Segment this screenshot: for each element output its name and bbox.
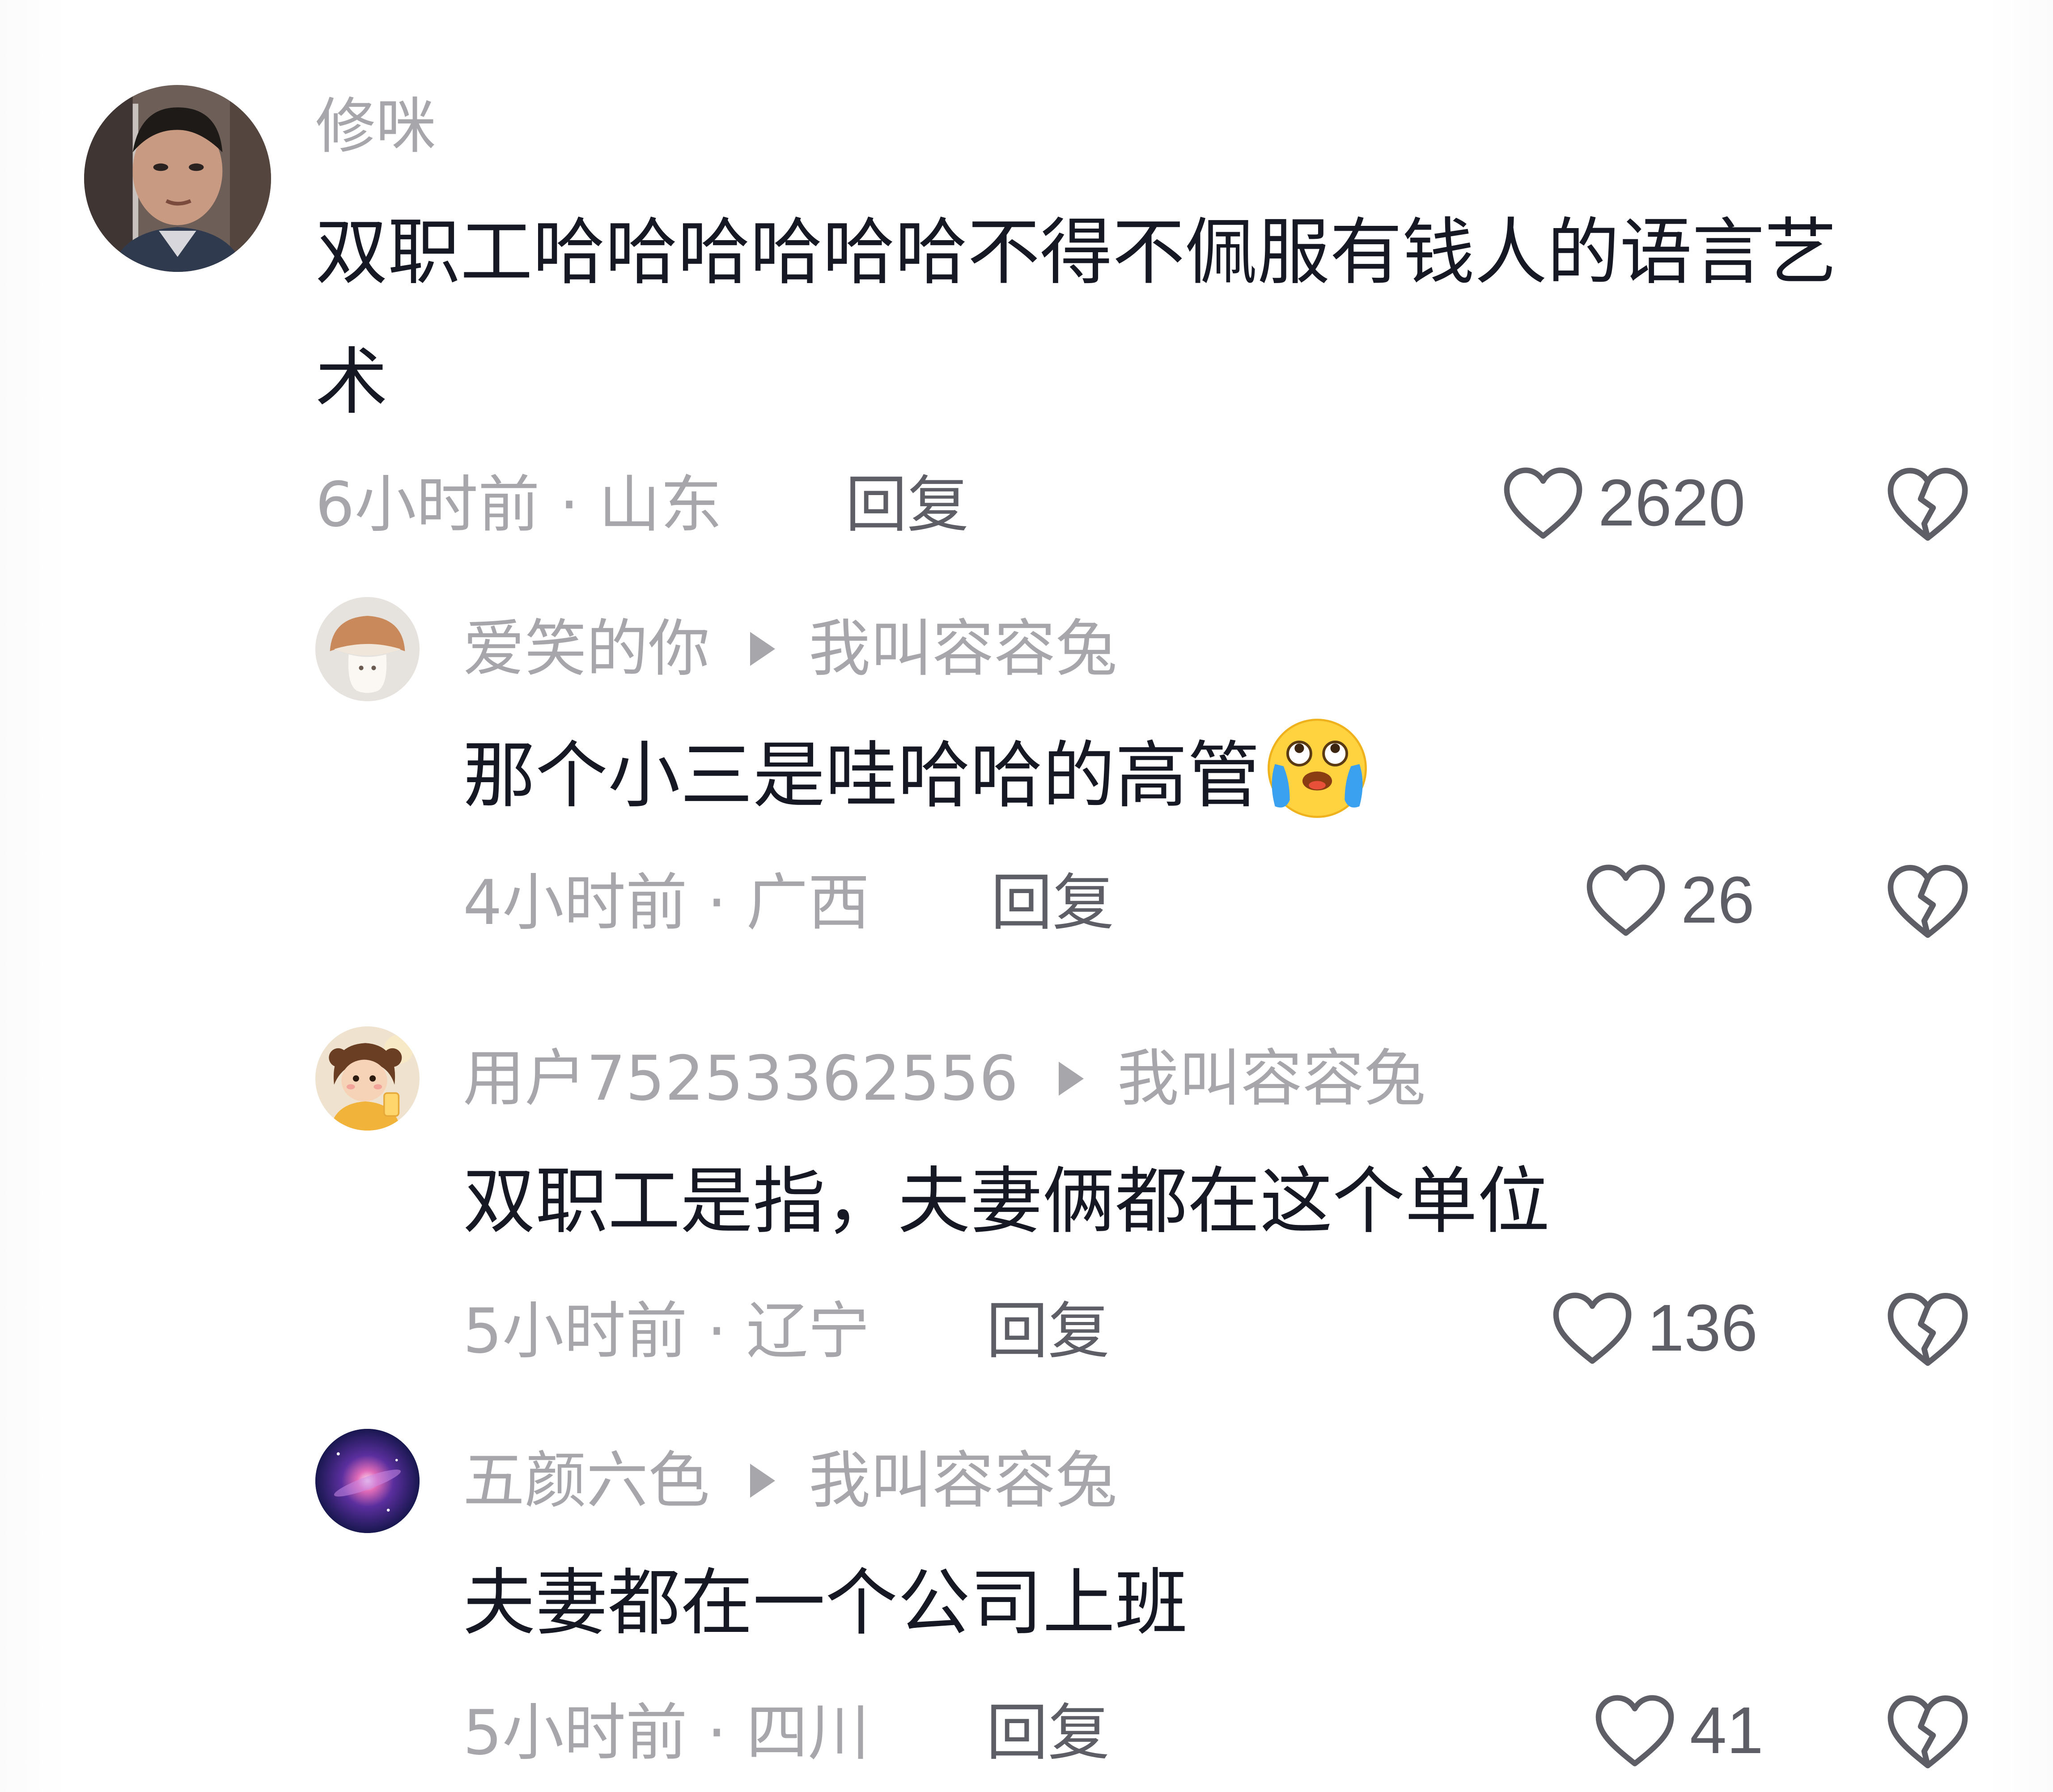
- avatar[interactable]: [315, 597, 420, 701]
- reply-button[interactable]: 回复: [986, 1702, 1110, 1764]
- comment-text-line: 术: [315, 340, 388, 424]
- reply-arrow-icon: [750, 1464, 776, 1498]
- reply-header: 爱笑的你 我叫容容兔: [463, 618, 1117, 680]
- comment-meta: 6小时前 · 山东: [315, 469, 722, 541]
- like-count: 2620: [1598, 466, 1746, 540]
- avatar[interactable]: [84, 85, 271, 272]
- comment-text-line: 双职工哈哈哈哈哈哈不得不佩服有钱人的语言艺: [315, 211, 1837, 295]
- dislike-button[interactable]: [1885, 1693, 1970, 1771]
- broken-heart-icon: [1888, 864, 1968, 938]
- reply-author[interactable]: 爱笑的你: [463, 618, 710, 680]
- reply-meta: 5小时前 · 四川: [463, 1697, 870, 1769]
- user-photo-avatar-icon: [84, 85, 271, 272]
- reply-text-content: 双职工是指，夫妻俩都在这个单位: [463, 1160, 1550, 1244]
- avatar[interactable]: [315, 1429, 420, 1533]
- reply-header: 用户75253362556 我叫容容兔: [463, 1048, 1426, 1110]
- like-button[interactable]: 136: [1550, 1290, 1758, 1366]
- dislike-button[interactable]: [1885, 1290, 1970, 1368]
- girl-avatar-icon: [315, 1026, 420, 1131]
- broken-heart-icon: [1888, 1695, 1968, 1769]
- reply-meta: 4小时前 · 广西: [463, 867, 870, 939]
- reply-button[interactable]: 回复: [845, 474, 969, 536]
- broken-heart-icon: [1888, 1292, 1968, 1366]
- like-button[interactable]: 41: [1592, 1693, 1764, 1769]
- heart-icon: [1595, 1695, 1674, 1767]
- like-button[interactable]: 26: [1583, 862, 1755, 938]
- reply-arrow-icon: [1058, 1062, 1084, 1096]
- reply-target[interactable]: 我叫容容兔: [809, 618, 1117, 680]
- reply-button[interactable]: 回复: [986, 1301, 1110, 1362]
- heart-icon: [1553, 1292, 1632, 1364]
- broken-heart-icon: [1888, 467, 1968, 541]
- reply-arrow-icon: [750, 632, 776, 666]
- like-count: 26: [1681, 863, 1755, 937]
- reply-author[interactable]: 用户75253362556: [463, 1048, 1018, 1110]
- dislike-button[interactable]: [1885, 862, 1970, 940]
- reply-text: 那个小三是哇哈哈的高管: [463, 711, 1370, 841]
- reply-text: 双职工是指，夫妻俩都在这个单位: [463, 1137, 1550, 1267]
- like-count: 136: [1647, 1291, 1758, 1365]
- avatar[interactable]: [315, 1026, 420, 1131]
- reply-author[interactable]: 五颜六色: [463, 1450, 710, 1512]
- reply-meta: 5小时前 · 辽宁: [463, 1295, 870, 1367]
- crying-laughing-emoji-icon: [1264, 716, 1370, 821]
- galaxy-avatar-icon: [315, 1429, 420, 1533]
- comment-text: 双职工哈哈哈哈哈哈不得不佩服有钱人的语言艺 术: [315, 188, 1837, 447]
- dislike-button[interactable]: [1885, 465, 1970, 543]
- comment-author[interactable]: 修咪: [315, 96, 436, 157]
- reply-target[interactable]: 我叫容容兔: [1117, 1048, 1426, 1110]
- like-count: 41: [1690, 1694, 1764, 1767]
- left-edge-shade: [0, 0, 67, 1792]
- reply-target[interactable]: 我叫容容兔: [809, 1450, 1117, 1512]
- right-edge-shade: [1986, 0, 2053, 1792]
- reply-text-content: 夫妻都在一个公司上班: [463, 1561, 1188, 1645]
- mushroom-avatar-icon: [315, 597, 420, 701]
- reply-header: 五颜六色 我叫容容兔: [463, 1450, 1117, 1512]
- reply-text: 夫妻都在一个公司上班: [463, 1538, 1188, 1668]
- reply-text-content: 那个小三是哇哈哈的高管: [463, 734, 1260, 818]
- reply-button[interactable]: 回复: [991, 872, 1114, 934]
- heart-icon: [1586, 864, 1665, 936]
- heart-icon: [1504, 467, 1582, 539]
- comment-thread: 修咪 双职工哈哈哈哈哈哈不得不佩服有钱人的语言艺 术 6小时前 · 山东 回复 …: [0, 0, 2053, 1792]
- like-button[interactable]: 2620: [1501, 465, 1745, 541]
